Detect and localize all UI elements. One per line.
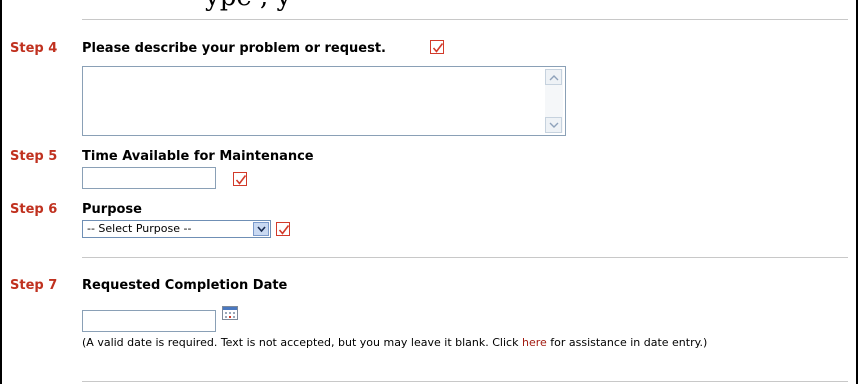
step-7-number: Step 7 (10, 278, 58, 293)
step-4-number: Step 4 (10, 41, 58, 56)
scroll-down-button[interactable] (545, 117, 562, 133)
step-6-label: Purpose (82, 202, 142, 217)
step-5-label: Time Available for Maintenance (82, 149, 314, 164)
required-check-icon (233, 172, 247, 186)
required-check-icon (276, 222, 290, 236)
date-help-link[interactable]: here (522, 336, 547, 349)
scroll-up-button[interactable] (545, 69, 562, 85)
cut-off-heading: ype , y (205, 0, 291, 12)
date-help-text: (A valid date is required. Text is not a… (82, 336, 708, 349)
required-check-icon (430, 40, 444, 54)
section-divider (82, 19, 848, 20)
textarea-scrollbar[interactable] (545, 69, 563, 133)
maintenance-time-input[interactable] (82, 167, 216, 189)
problem-description-textarea[interactable] (82, 66, 566, 136)
section-divider (82, 381, 848, 382)
completion-date-input[interactable] (82, 310, 216, 332)
left-frame-border (0, 0, 2, 384)
purpose-select[interactable]: -- Select Purpose -- (82, 220, 271, 238)
chevron-down-icon[interactable] (253, 222, 269, 236)
purpose-select-value: -- Select Purpose -- (87, 222, 192, 235)
step-7-label: Requested Completion Date (82, 278, 288, 293)
step-4-label: Please describe your problem or request. (82, 41, 386, 56)
calendar-icon[interactable] (222, 306, 238, 320)
step-5-number: Step 5 (10, 149, 58, 164)
right-frame-border (856, 0, 858, 384)
section-divider (82, 257, 848, 258)
step-6-number: Step 6 (10, 202, 58, 217)
